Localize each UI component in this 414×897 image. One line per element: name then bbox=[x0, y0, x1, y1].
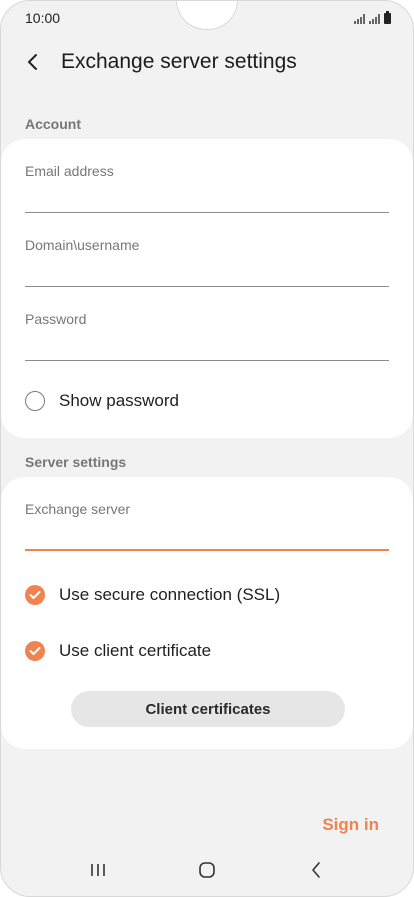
exchange-server-field-label: Exchange server bbox=[25, 501, 131, 517]
exchange-server-field[interactable]: Exchange server bbox=[25, 501, 389, 551]
checked-circle-icon bbox=[25, 641, 45, 661]
ssl-label: Use secure connection (SSL) bbox=[59, 585, 281, 604]
email-field-label: Email address bbox=[25, 163, 114, 179]
email-field-underline bbox=[25, 212, 389, 213]
client-certificate-label: Use client certificate bbox=[59, 641, 212, 660]
ssl-checkbox[interactable]: Use secure connection (SSL) bbox=[25, 583, 389, 607]
home-button[interactable] bbox=[194, 857, 220, 883]
email-field[interactable]: Email address bbox=[25, 163, 389, 213]
domain-username-field-underline bbox=[25, 286, 389, 287]
battery-icon bbox=[384, 10, 391, 24]
password-field-label: Password bbox=[25, 311, 87, 327]
signal-icon-2 bbox=[369, 13, 380, 24]
unchecked-circle-icon bbox=[25, 391, 45, 411]
nav-back-button[interactable] bbox=[303, 857, 329, 883]
recent-apps-button[interactable] bbox=[85, 857, 111, 883]
phone-screen: 10:00 Exchange server settings Account E… bbox=[0, 0, 414, 897]
client-certificate-checkbox[interactable]: Use client certificate bbox=[25, 639, 389, 663]
exchange-server-field-underline bbox=[25, 549, 389, 551]
status-time: 10:00 bbox=[25, 10, 61, 26]
password-field[interactable]: Password bbox=[25, 311, 389, 361]
status-bar: 10:00 bbox=[25, 9, 391, 27]
password-field-underline bbox=[25, 360, 389, 361]
server-section-title: Server settings bbox=[25, 454, 127, 470]
domain-username-field-label: Domain\username bbox=[25, 237, 140, 253]
account-card: Email address Domain\username Password S… bbox=[1, 139, 413, 438]
domain-username-field[interactable]: Domain\username bbox=[25, 237, 389, 287]
show-password-label: Show password bbox=[59, 391, 180, 410]
signal-icon bbox=[354, 13, 365, 24]
checkmark-icon bbox=[29, 591, 41, 599]
back-icon bbox=[312, 862, 320, 878]
checkmark-icon bbox=[29, 647, 41, 655]
page-title: Exchange server settings bbox=[61, 50, 297, 73]
header: Exchange server settings bbox=[21, 45, 393, 79]
chevron-left-icon bbox=[28, 54, 37, 70]
navigation-bar bbox=[1, 854, 413, 886]
home-icon bbox=[199, 862, 215, 878]
account-section-title: Account bbox=[25, 116, 81, 132]
client-certificates-button[interactable]: Client certificates bbox=[71, 691, 345, 727]
back-button[interactable] bbox=[21, 51, 43, 73]
server-card: Exchange server Use secure connection (S… bbox=[1, 477, 413, 749]
status-icons bbox=[354, 10, 391, 24]
sign-in-button[interactable]: Sign in bbox=[322, 815, 379, 835]
recent-apps-icon bbox=[91, 864, 105, 876]
show-password-checkbox[interactable]: Show password bbox=[25, 389, 389, 413]
checked-circle-icon bbox=[25, 585, 45, 605]
